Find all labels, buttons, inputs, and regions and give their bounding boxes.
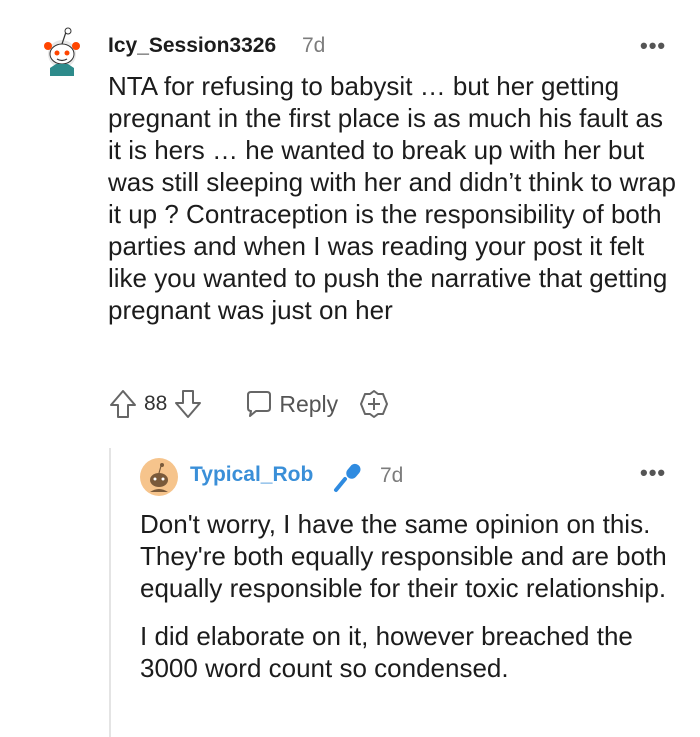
award-button[interactable] bbox=[358, 388, 390, 420]
reply-paragraph: Don't worry, I have the same opinion on … bbox=[140, 509, 667, 603]
more-options-icon[interactable]: ••• bbox=[640, 33, 666, 59]
reply-username[interactable]: Typical_Rob bbox=[190, 463, 313, 487]
reply-paragraph: I did elaborate on it, however breached … bbox=[140, 621, 633, 683]
microphone-icon bbox=[334, 463, 361, 492]
reply-icon bbox=[247, 391, 272, 417]
comment-body: NTA for refusing to babysit … but her ge… bbox=[108, 71, 676, 325]
reply-age: 7d bbox=[380, 464, 404, 487]
downvote-icon[interactable] bbox=[173, 388, 203, 420]
comment-thread: Icy_Session3326 7d ••• NTA for refusing … bbox=[0, 0, 700, 737]
upvote-icon[interactable] bbox=[108, 388, 138, 420]
reply-button[interactable]: Reply bbox=[243, 389, 338, 419]
comment-actions: 88 Reply bbox=[108, 386, 390, 422]
user-avatar-icon[interactable] bbox=[36, 24, 86, 76]
reply-user-avatar-icon[interactable] bbox=[140, 458, 178, 496]
reply-label: Reply bbox=[279, 390, 339, 417]
award-icon bbox=[360, 390, 389, 418]
comment-age: 7d bbox=[302, 34, 326, 57]
reply-more-options-icon[interactable]: ••• bbox=[640, 460, 666, 486]
thread-line[interactable] bbox=[109, 448, 111, 737]
vote-count: 88 bbox=[144, 392, 168, 415]
reply-body: Don't worry, I have the same opinion on … bbox=[140, 508, 680, 700]
comment-username[interactable]: Icy_Session3326 bbox=[108, 34, 276, 58]
